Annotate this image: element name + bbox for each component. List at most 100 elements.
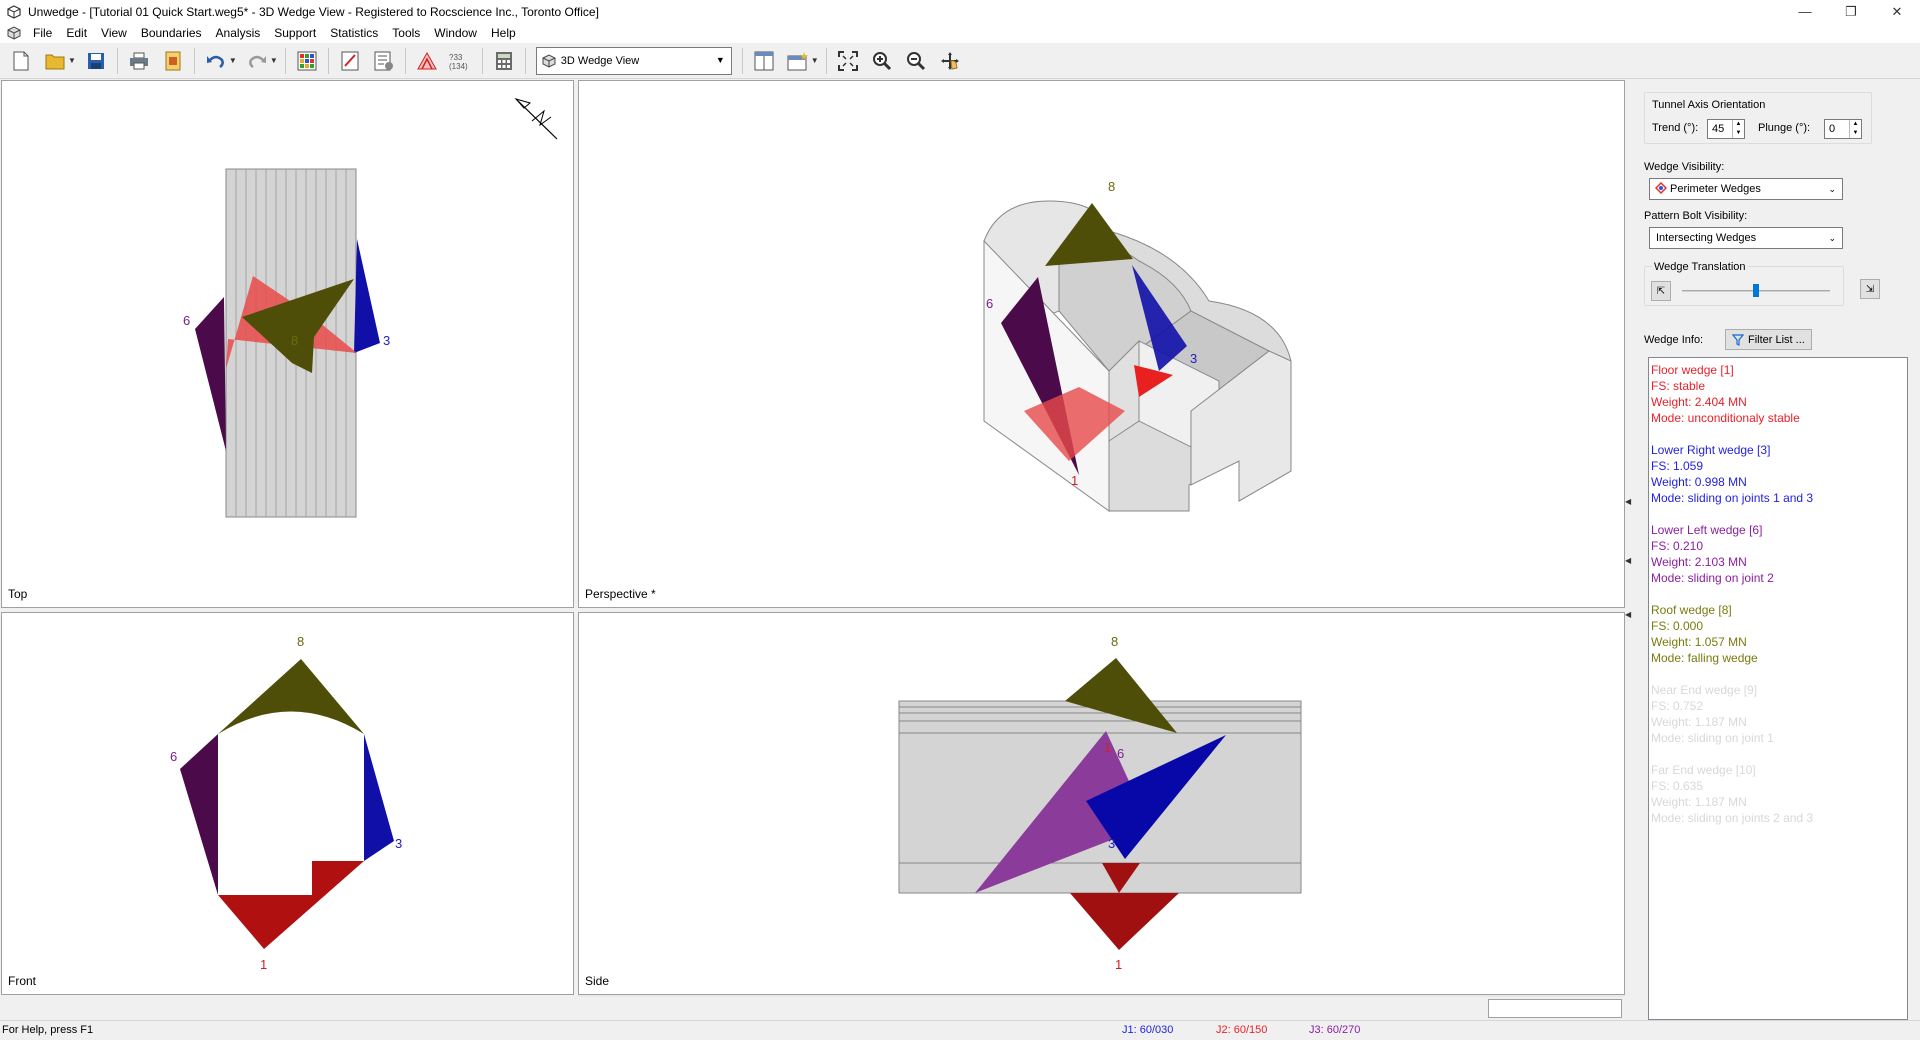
cube-icon (542, 53, 556, 68)
wedge-info-weight: Weight: 2.103 MN (1651, 555, 1747, 569)
close-button[interactable]: ✕ (1874, 0, 1920, 23)
svg-text:?33: ?33 (449, 53, 463, 62)
wedge-label-1: 1 (1071, 473, 1078, 488)
document-icon (7, 26, 21, 40)
wedge-info-item[interactable]: Roof wedge [8] FS: 0.000 Weight: 1.057 MN M… (1651, 602, 1905, 666)
wedge-info-fs: FS: 0.000 (1651, 619, 1704, 633)
calculator-icon[interactable] (490, 47, 518, 75)
horizontal-scrollbar[interactable] (578, 995, 1625, 997)
zoom-in-icon[interactable] (868, 47, 896, 75)
wedge-info-icon[interactable] (413, 47, 441, 75)
view-select[interactable]: 3D Wedge View ▼ (535, 46, 732, 75)
side-view[interactable]: 8 6 1 3 1 Side (578, 612, 1625, 995)
translate-back-button[interactable]: ⇱ (1651, 281, 1671, 301)
wedge-info-weight: Weight: 2.404 MN (1651, 395, 1747, 409)
menu-file[interactable]: File (26, 23, 59, 43)
wedge-info-list[interactable]: Floor wedge [1] FS: stable Weight: 2.404 M… (1648, 357, 1908, 1020)
menu-statistics[interactable]: Statistics (323, 23, 385, 43)
export-icon[interactable] (159, 47, 187, 75)
menu-boundaries[interactable]: Boundaries (134, 23, 209, 43)
print-icon[interactable] (125, 47, 153, 75)
filter-list-button[interactable]: Filter List ... (1725, 329, 1812, 350)
wedge-3-shape[interactable] (364, 734, 394, 861)
wedge-info-weight: Weight: 1.187 MN (1651, 715, 1747, 729)
wedge-6-shape[interactable] (195, 297, 226, 451)
menu-help[interactable]: Help (484, 23, 523, 43)
wedge-label-8: 8 (1111, 634, 1118, 649)
wedge-info-item[interactable]: Lower Left wedge [6] FS: 0.210 Weight: 2.1… (1651, 522, 1905, 586)
zoom-extents-icon[interactable] (834, 47, 862, 75)
menu-analysis[interactable]: Analysis (209, 23, 268, 43)
split-view-icon[interactable] (750, 47, 778, 75)
perimeter-wedges-icon (1655, 182, 1667, 194)
svg-text:(134): (134) (449, 62, 468, 71)
add-view-dropdown-icon[interactable]: ▼ (811, 56, 819, 65)
perspective-view[interactable]: N 8 6 3 1 Perspective * (578, 80, 1625, 608)
wedge-3-shape[interactable] (354, 239, 380, 353)
panel-expand-icon[interactable]: ◀ (1625, 556, 1631, 565)
joint-2-status: J2: 60/150 (1216, 1024, 1268, 1036)
new-icon[interactable] (7, 47, 35, 75)
translate-forward-button[interactable]: ⇲ (1860, 279, 1880, 299)
zoom-out-icon[interactable] (902, 47, 930, 75)
translation-slider-thumb[interactable] (1753, 284, 1759, 297)
menu-support[interactable]: Support (267, 23, 323, 43)
wedge-6-shape[interactable] (180, 734, 218, 895)
viewport-label-front: Front (8, 974, 37, 988)
top-view[interactable]: 6 3 8 Top (1, 80, 574, 608)
wedge-info-weight: Weight: 1.187 MN (1651, 795, 1747, 809)
trend-spinner[interactable]: 45 ▲ ▼ (1707, 119, 1745, 139)
add-view-icon[interactable] (784, 47, 812, 75)
viewport-label-top: Top (8, 587, 28, 601)
menu-view[interactable]: View (94, 23, 134, 43)
compute-icon[interactable] (370, 47, 398, 75)
input-data-icon[interactable] (336, 47, 364, 75)
wedge-1-shape-lower[interactable] (1070, 893, 1179, 950)
project-settings-icon[interactable] (293, 47, 321, 75)
bolt-icon[interactable]: ?33 (134) (447, 47, 475, 75)
open-icon[interactable] (41, 47, 69, 75)
tunnel-axis-title: Tunnel Axis Orientation (1652, 99, 1766, 111)
undo-icon[interactable] (202, 47, 230, 75)
wedge-info-mode: Mode: falling wedge (1651, 651, 1758, 665)
open-dropdown-icon[interactable]: ▼ (68, 56, 76, 65)
panel-collapse-icon[interactable]: ◀ (1625, 497, 1631, 506)
wedge-label-6: 6 (1117, 746, 1124, 761)
spinner-arrows-icon[interactable]: ▲ ▼ (1732, 120, 1744, 138)
plunge-label: Plunge (°): (1758, 122, 1811, 134)
wedge-info-weight: Weight: 0.998 MN (1651, 475, 1747, 489)
wedge-info-name: Lower Right wedge [3] (1651, 443, 1771, 457)
wedge-info-item[interactable]: Far End wedge [10] FS: 0.635 Weight: 1.187… (1651, 762, 1905, 826)
menu-edit[interactable]: Edit (59, 23, 94, 43)
restore-button[interactable]: ❐ (1828, 0, 1874, 23)
panel-splitter-icon[interactable]: ◀ (1625, 610, 1631, 619)
bolt-visibility-label: Pattern Bolt Visibility: (1644, 210, 1748, 222)
plunge-spinner[interactable]: 0 ▲ ▼ (1824, 119, 1862, 139)
redo-icon[interactable] (243, 47, 271, 75)
wedge-visibility-select[interactable]: Perimeter Wedges ⌄ (1649, 178, 1843, 200)
wedge-info-item[interactable]: Lower Right wedge [3] FS: 1.059 Weight: 0.… (1651, 442, 1905, 506)
joint-1-status: J1: 60/030 (1122, 1024, 1174, 1036)
wedge-info-mode: Mode: unconditionaly stable (1651, 411, 1800, 425)
pan-icon[interactable] (936, 47, 964, 75)
front-view[interactable]: 8 6 3 1 Front (1, 612, 574, 995)
wedge-info-item[interactable]: Near End wedge [9] FS: 0.752 Weight: 1.187… (1651, 682, 1905, 746)
trend-label: Trend (°): (1652, 122, 1699, 134)
wedge-label-3: 3 (1190, 351, 1197, 366)
minimize-button[interactable]: — (1782, 0, 1828, 23)
menu-window[interactable]: Window (427, 23, 484, 43)
wedge-info-item[interactable]: Floor wedge [1] FS: stable Weight: 2.404 M… (1651, 362, 1905, 426)
status-bar: For Help, press F1 J1: 60/030 J2: 60/150… (0, 1020, 1920, 1040)
wedge-info-fs: FS: 0.635 (1651, 779, 1704, 793)
save-icon[interactable] (82, 47, 110, 75)
undo-dropdown-icon[interactable]: ▼ (229, 56, 237, 65)
filter-icon (1732, 333, 1744, 346)
wedge-info-name: Lower Left wedge [6] (1651, 523, 1763, 537)
menu-tools[interactable]: Tools (385, 23, 427, 43)
redo-dropdown-icon[interactable]: ▼ (270, 56, 278, 65)
bolt-visibility-select[interactable]: Intersecting Wedges ⌄ (1649, 227, 1843, 249)
wedge-info-weight: Weight: 1.057 MN (1651, 635, 1747, 649)
spinner-arrows-icon[interactable]: ▲ ▼ (1849, 120, 1861, 138)
viewport-label-side: Side (585, 974, 610, 988)
wedge-info-name: Far End wedge [10] (1651, 763, 1756, 777)
